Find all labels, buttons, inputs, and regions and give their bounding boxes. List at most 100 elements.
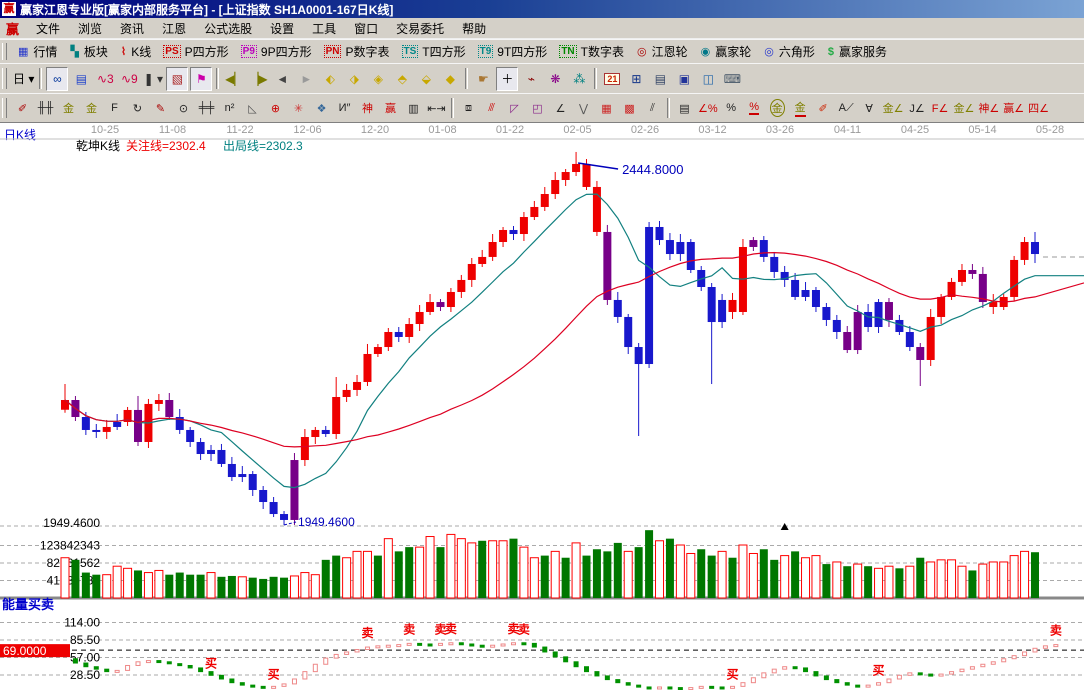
gann-wheel-button[interactable]: ◎江恩轮 xyxy=(630,42,694,62)
chart-area[interactable]: 日K线 乾坤K线 关注线=2302.4 出局线=2302.3 10-2511-0… xyxy=(0,122,1084,690)
t-square-button[interactable]: TST四方形 xyxy=(396,42,472,62)
four-angle-icon[interactable]: 四∠ xyxy=(1027,96,1050,120)
winner-service-button[interactable]: $赢家服务 xyxy=(821,42,893,62)
f-angle-icon[interactable]: F∠ xyxy=(930,96,951,120)
winner-wheel-button[interactable]: ◉赢家轮 xyxy=(694,42,758,62)
a-line-icon[interactable]: A⟋ xyxy=(836,96,857,120)
zigzag-icon[interactable]: ⋁ xyxy=(573,96,594,120)
gold2-angle-icon[interactable]: 金∠ xyxy=(953,96,976,120)
percent-icon[interactable]: % xyxy=(721,96,742,120)
kline-button[interactable]: ⌇K线 xyxy=(114,42,157,62)
parallel-lines-icon[interactable]: ⫽ xyxy=(642,96,663,120)
menu-item[interactable]: 公式选股 xyxy=(195,19,261,38)
fan-box-icon[interactable]: ◸ xyxy=(504,96,525,120)
pen-ruler-icon[interactable]: ✎ xyxy=(150,96,171,120)
p-square-button[interactable]: PSP四方形 xyxy=(157,42,234,62)
crosshair-icon[interactable]: ＋ xyxy=(496,67,518,91)
protractor-icon[interactable]: ◺ xyxy=(242,96,263,120)
gold-circle-icon[interactable]: 金 xyxy=(767,96,788,120)
compress-left-icon[interactable]: ⬖ xyxy=(319,67,341,91)
candle-style-dropdown[interactable]: ❚ ▾ xyxy=(142,67,164,91)
next-bar-icon[interactable]: ► xyxy=(295,67,317,91)
hash-ruler-icon[interactable]: ╪╪ xyxy=(196,96,217,120)
gann-fan-icon[interactable]: ⫻ xyxy=(481,96,502,120)
candles-icon: ⌇ xyxy=(120,44,127,59)
prev-bar-icon[interactable]: ◄ xyxy=(271,67,293,91)
info-document-icon[interactable]: ▤ xyxy=(70,67,92,91)
expand-horizontal-icon[interactable]: ◈ xyxy=(367,67,389,91)
j-angle-icon[interactable]: J∠ xyxy=(907,96,928,120)
span-arrows-icon[interactable]: ⇤⇥ xyxy=(426,96,447,120)
hand-pan-icon[interactable]: ☛ xyxy=(472,67,494,91)
calendar-21-icon[interactable]: 21 xyxy=(601,67,623,91)
menu-item[interactable]: 帮助 xyxy=(453,19,495,38)
t9-square-button[interactable]: T99T四方形 xyxy=(472,42,554,62)
compress-right-icon[interactable]: ⬗ xyxy=(343,67,365,91)
spiral-tool-icon[interactable]: ↻ xyxy=(127,96,148,120)
gann-star-icon[interactable]: ✳ xyxy=(288,96,309,120)
n2-ruler-icon[interactable]: n² xyxy=(219,96,240,120)
percent-line-icon[interactable]: ∠% xyxy=(697,96,719,120)
p9-square-button[interactable]: P99P四方形 xyxy=(235,42,318,62)
search-binoculars-icon[interactable]: ∞ xyxy=(46,67,68,91)
title-bar[interactable]: 赢 赢家江恩专业版[赢家内部服务平台] - [上证指数 SH1A0001-167… xyxy=(0,0,1084,18)
sectors-button[interactable]: ▚板块 xyxy=(63,42,113,62)
win-angle-icon[interactable]: 赢∠ xyxy=(1002,96,1025,120)
save-disk-icon[interactable]: ▣ xyxy=(673,67,695,91)
volume-flag-icon[interactable]: ⚑ xyxy=(190,67,212,91)
menu-item[interactable]: 江恩 xyxy=(153,19,195,38)
measure-zoom-icon[interactable]: ⌁ xyxy=(520,67,542,91)
menu-item[interactable]: 资讯 xyxy=(111,19,153,38)
show-all-icon[interactable]: ◆ xyxy=(439,67,461,91)
menu-item[interactable]: 交易委托 xyxy=(387,19,453,38)
qiankun-pattern-icon[interactable]: ▧ xyxy=(166,67,188,91)
gold-angle-icon[interactable]: 金∠ xyxy=(882,96,905,120)
win-ruler-icon[interactable]: 赢 xyxy=(380,96,401,120)
notepad-icon[interactable]: ▤ xyxy=(649,67,671,91)
first-bar-icon[interactable]: ◀▏ xyxy=(223,67,245,91)
grapes-tool-icon[interactable]: ❋ xyxy=(544,67,566,91)
wave-mark-icon[interactable]: И″ xyxy=(334,96,355,120)
wave3-icon[interactable]: ∿3 xyxy=(94,67,116,91)
kline-chart[interactable]: 10-2511-0811-2212-0612-2001-0801-2202-05… xyxy=(0,123,1084,690)
quotes-button[interactable]: ▦行情 xyxy=(11,42,63,62)
menu-item[interactable]: 文件 xyxy=(27,19,69,38)
net-monitor-icon[interactable]: ◫ xyxy=(697,67,719,91)
menu-item[interactable]: 窗口 xyxy=(345,19,387,38)
gold-time-ruler-icon[interactable]: 金 xyxy=(58,96,79,120)
period-day-selector[interactable]: 日 ▾ xyxy=(12,67,35,91)
box-select-icon[interactable]: ⧈ xyxy=(458,96,479,120)
compress-horizontal-icon[interactable]: ⬘ xyxy=(391,67,413,91)
red-grid-icon[interactable]: ▦ xyxy=(596,96,617,120)
red-grid-box-icon[interactable]: ▩ xyxy=(619,96,640,120)
brain-tool-icon[interactable]: ⁂ xyxy=(568,67,590,91)
draw-pen-icon[interactable]: ✐ xyxy=(12,96,33,120)
gann-shape-icon[interactable]: ∀ xyxy=(859,96,880,120)
menu-item[interactable]: 设置 xyxy=(261,19,303,38)
percent-level-icon[interactable]: % xyxy=(744,96,765,120)
fan-box2-icon[interactable]: ◰ xyxy=(527,96,548,120)
t-number-button[interactable]: TNT数字表 xyxy=(553,42,630,62)
gold-level-icon[interactable]: 金 xyxy=(790,96,811,120)
calculator-icon[interactable]: ⊞ xyxy=(625,67,647,91)
trend-lines-icon[interactable]: ∠ xyxy=(550,96,571,120)
wave9-icon[interactable]: ∿9 xyxy=(118,67,140,91)
p-number-button[interactable]: PNP数字表 xyxy=(318,42,396,62)
fit-screen-icon[interactable]: ⬙ xyxy=(415,67,437,91)
menu-item[interactable]: 工具 xyxy=(303,19,345,38)
last-bar-icon[interactable]: ▕▶ xyxy=(247,67,269,91)
gold-price-ruler-icon[interactable]: 金 xyxy=(81,96,102,120)
gann-circle-icon[interactable]: ⊕ xyxy=(265,96,286,120)
number-grid-icon[interactable]: ▥ xyxy=(403,96,424,120)
time-ruler-icon[interactable]: ╫╫ xyxy=(35,96,56,120)
hexagon-button[interactable]: ◎六角形 xyxy=(757,42,821,62)
shen-ruler-icon[interactable]: 神 xyxy=(357,96,378,120)
shen-angle-icon[interactable]: 神∠ xyxy=(977,96,1000,120)
scale-ruler-icon[interactable]: ▤ xyxy=(674,96,695,120)
fibonacci-ruler-icon[interactable]: F xyxy=(104,96,125,120)
time-circle-icon[interactable]: ⊙ xyxy=(173,96,194,120)
throw-pen-icon[interactable]: ✐ xyxy=(813,96,834,120)
menu-item[interactable]: 浏览 xyxy=(69,19,111,38)
boxed-star-icon[interactable]: ❖ xyxy=(311,96,332,120)
remote-pc-icon[interactable]: ⌨ xyxy=(721,67,743,91)
